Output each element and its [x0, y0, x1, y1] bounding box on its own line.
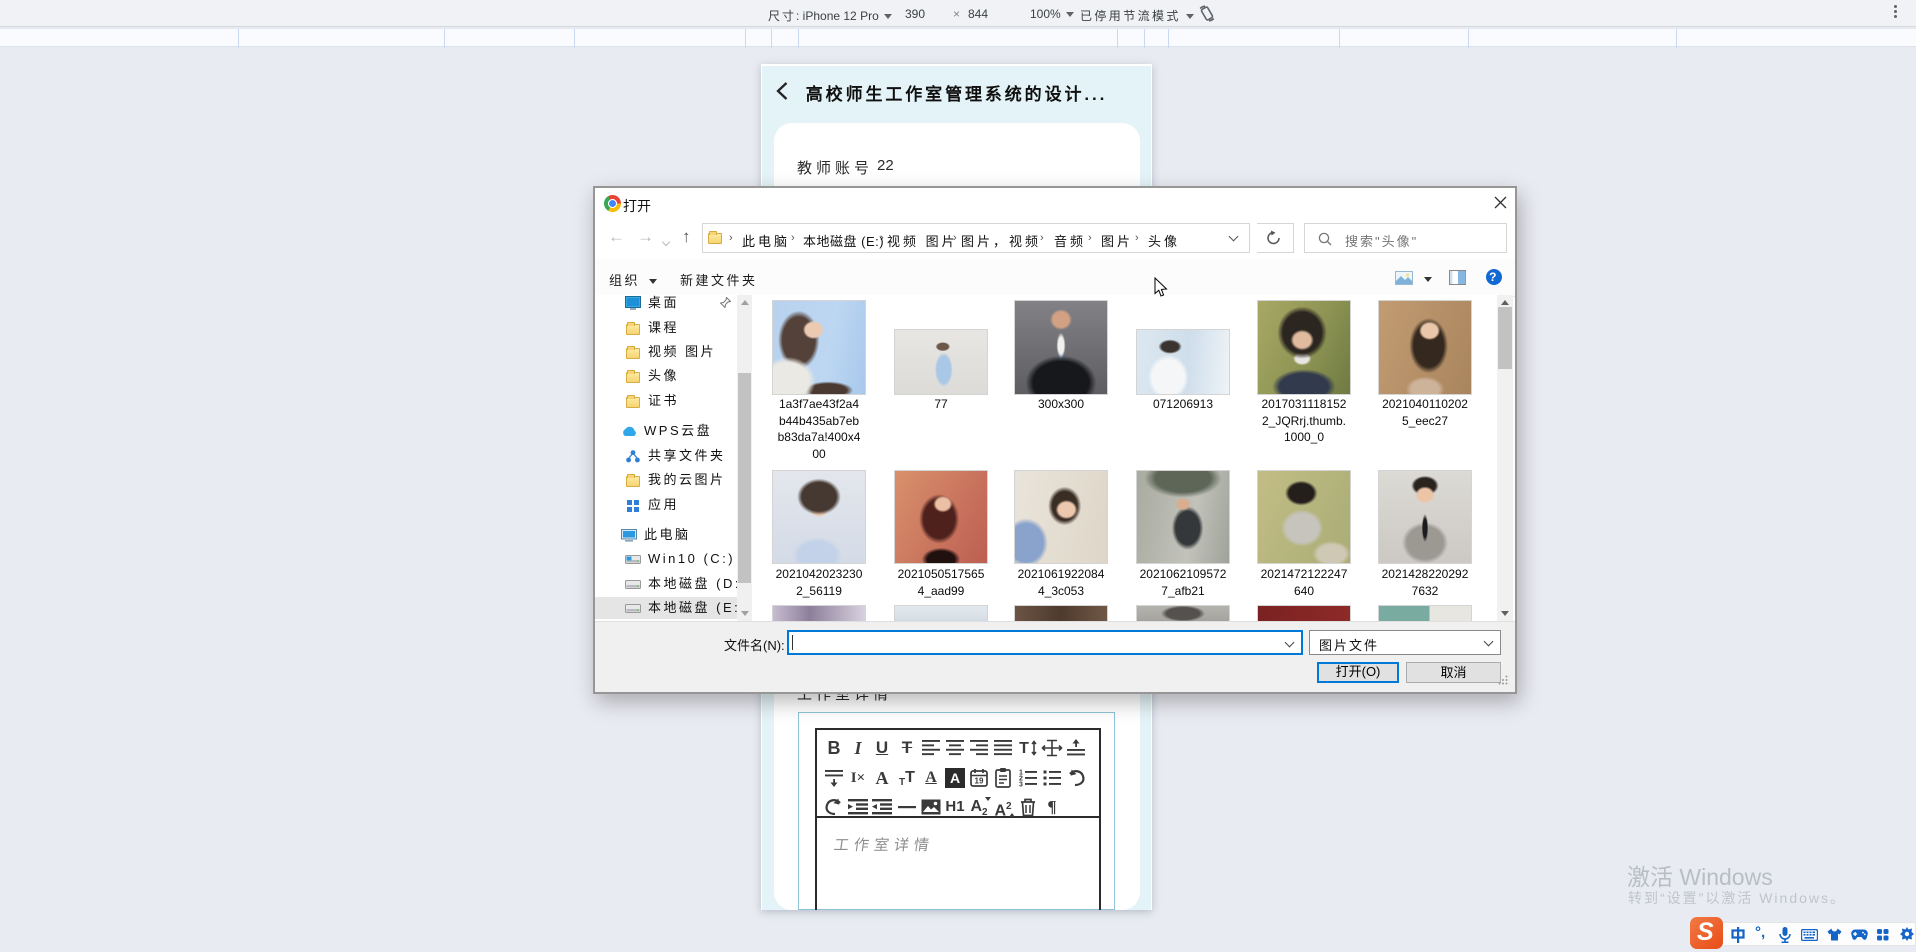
svg-text:T: T: [1019, 740, 1029, 757]
svg-text:3: 3: [1019, 782, 1023, 789]
svg-text:19: 19: [975, 777, 984, 786]
